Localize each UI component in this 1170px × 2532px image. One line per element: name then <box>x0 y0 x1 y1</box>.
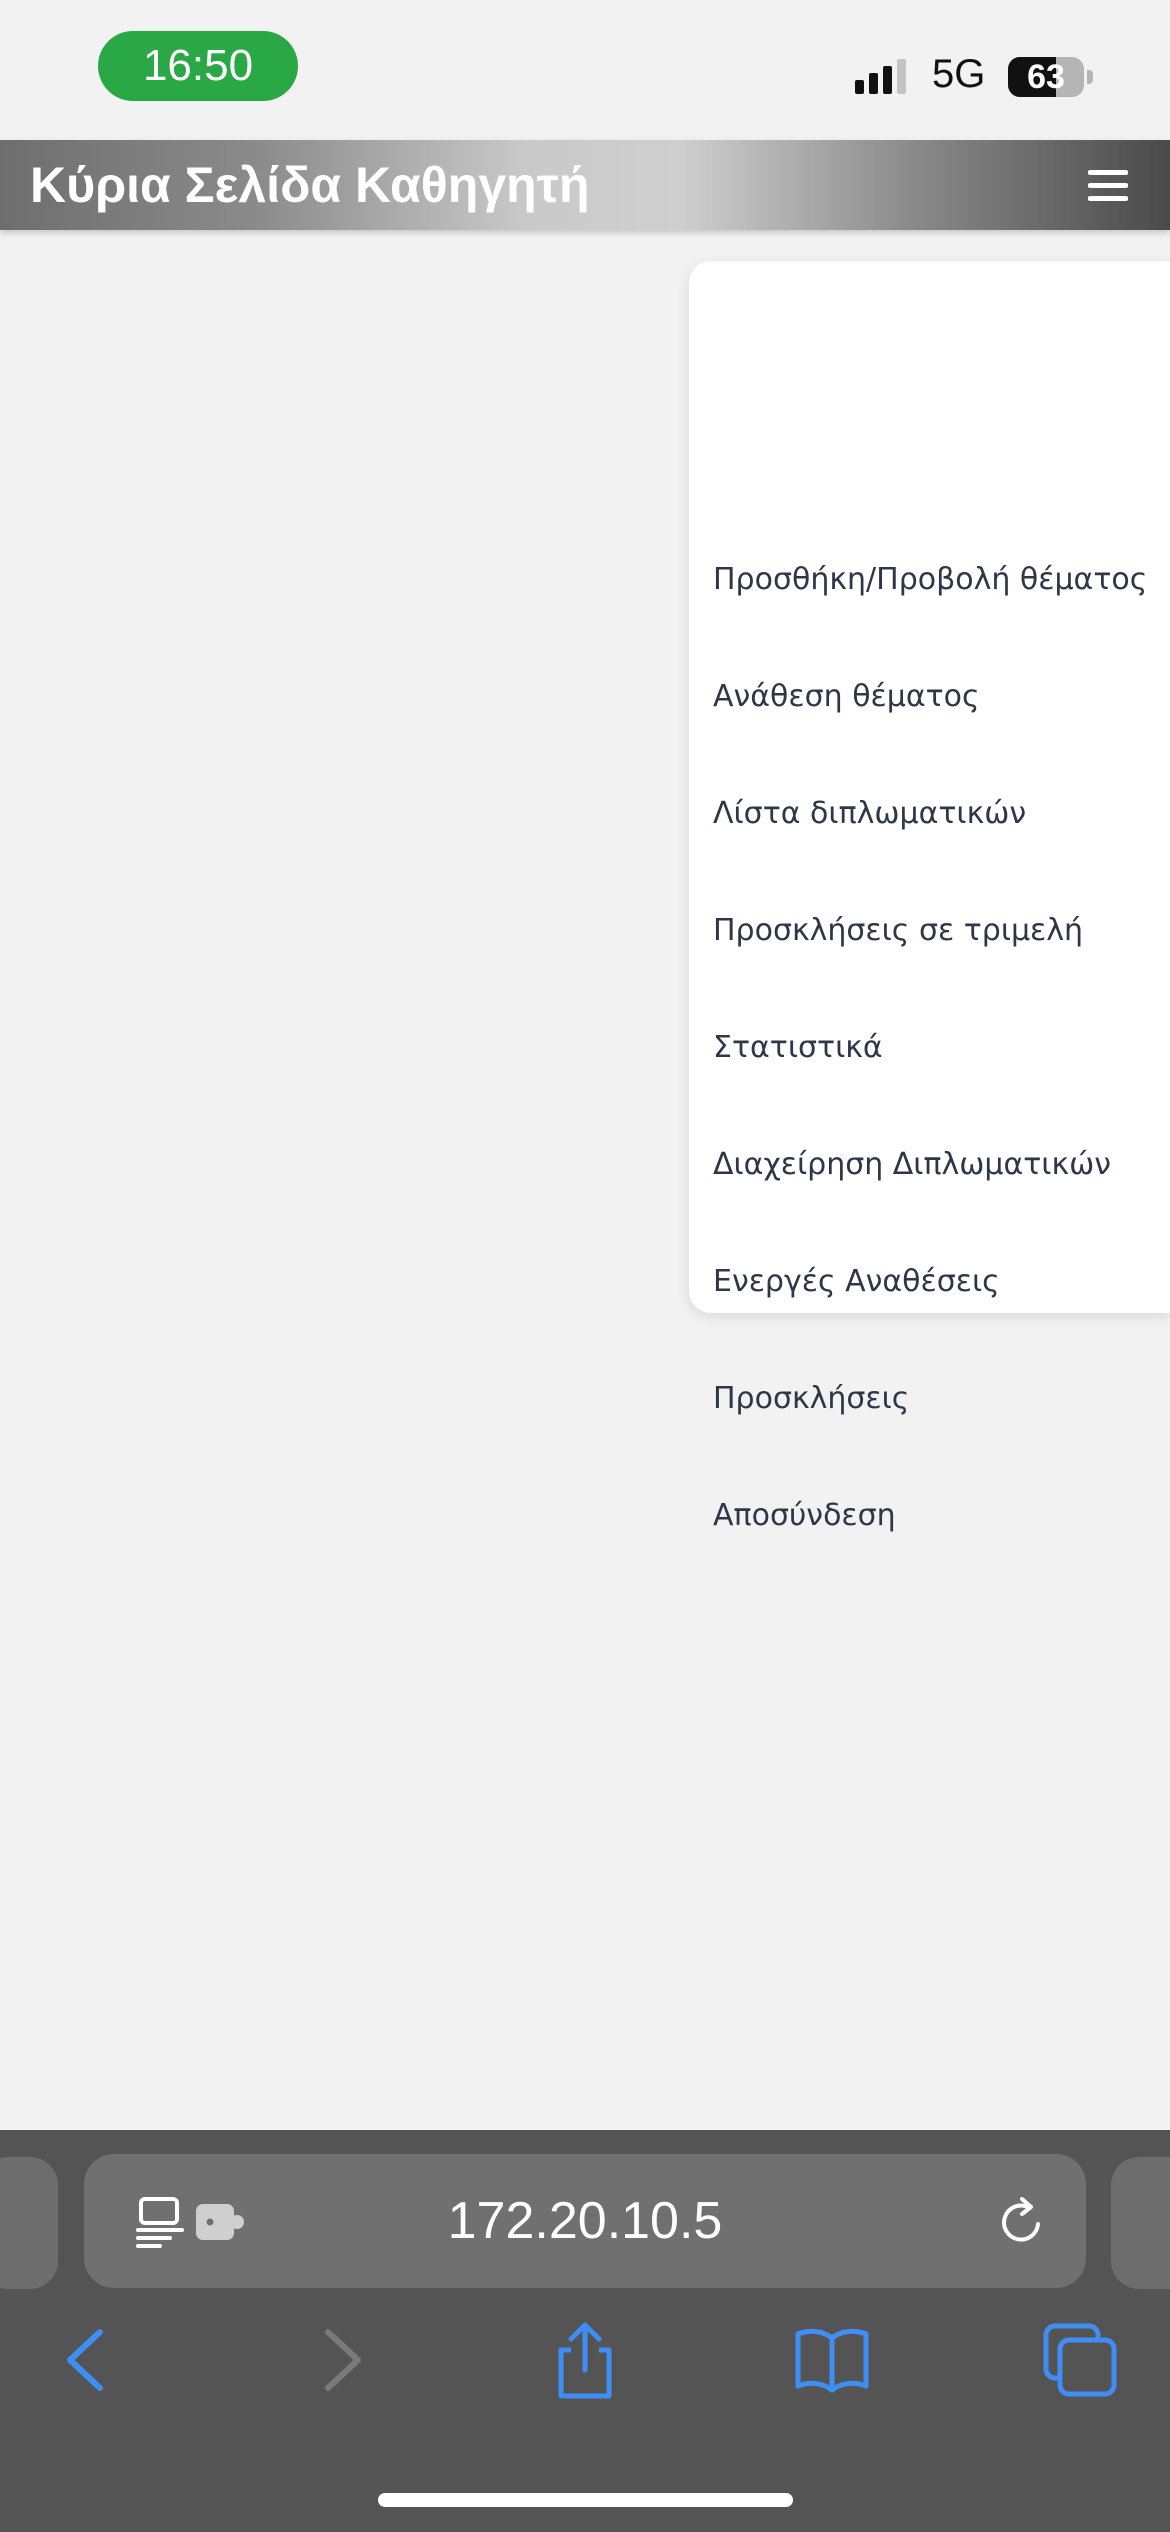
page-title: Κύρια Σελίδα Καθηγητή <box>30 157 590 213</box>
status-bar: 16:50 5G 63 <box>0 0 1170 140</box>
menu-bar-line <box>1088 196 1128 201</box>
home-indicator <box>378 2493 793 2507</box>
menu-bar-line <box>1088 183 1128 188</box>
status-time: 16:50 <box>98 31 298 101</box>
hamburger-menu-icon[interactable] <box>1080 164 1136 208</box>
menu-item-logout[interactable]: Αποσύνδεση <box>713 1486 896 1546</box>
menu-item-invitations[interactable]: Προσκλήσεις <box>713 1369 909 1429</box>
next-tab-peek[interactable] <box>1111 2157 1170 2289</box>
reload-icon[interactable] <box>994 2194 1050 2250</box>
network-type: 5G <box>932 52 986 96</box>
back-chevron-icon[interactable] <box>48 2320 128 2400</box>
bookmarks-book-icon[interactable] <box>792 2320 872 2400</box>
forward-chevron-icon[interactable] <box>300 2320 380 2400</box>
cellular-signal-icon <box>855 59 906 94</box>
battery-icon: 63 <box>1008 57 1084 97</box>
app-header: Κύρια Σελίδα Καθηγητή <box>0 140 1170 230</box>
menu-item-assign-topic[interactable]: Ανάθεση θέματος <box>713 667 980 727</box>
menu-bar-line <box>1088 170 1128 175</box>
menu-item-thesis-list[interactable]: Λίστα διπλωματικών <box>713 784 1026 844</box>
menu-item-statistics[interactable]: Στατιστικά <box>713 1018 883 1078</box>
nav-dropdown-menu: Προσθήκη/Προβολή θέματος Ανάθεση θέματος… <box>689 261 1170 1533</box>
menu-item-manage-theses[interactable]: Διαχείρηση Διπλωματικών <box>713 1135 1111 1195</box>
address-bar[interactable]: 172.20.10.5 <box>84 2154 1086 2288</box>
battery-level: 63 <box>1027 57 1065 96</box>
tabs-icon[interactable] <box>1040 2320 1120 2400</box>
previous-tab-peek[interactable] <box>0 2157 58 2289</box>
menu-item-active-assignments[interactable]: Ενεργές Αναθέσεις <box>713 1252 1000 1312</box>
menu-item-add-view-topic[interactable]: Προσθήκη/Προβολή θέματος <box>713 550 1147 610</box>
address-url[interactable]: 172.20.10.5 <box>84 2154 1086 2288</box>
menu-item-committee-invitations[interactable]: Προσκλήσεις σε τριμελή <box>713 901 1083 961</box>
share-icon[interactable] <box>545 2320 625 2400</box>
battery-nub <box>1087 70 1093 84</box>
